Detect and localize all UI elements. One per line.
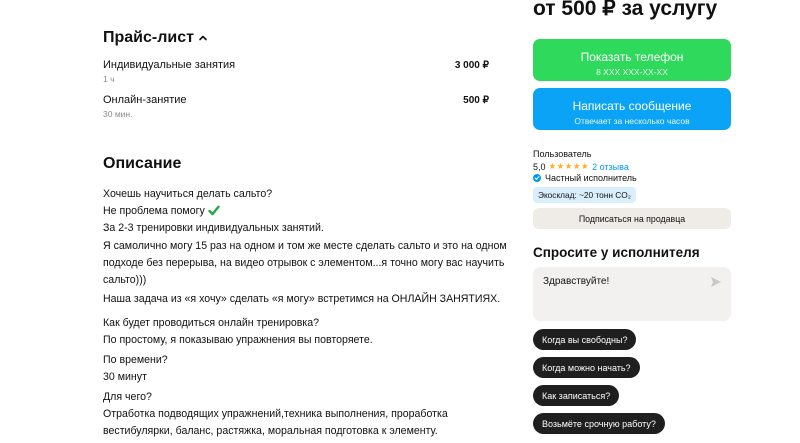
price-item-duration: 1 ч [103,74,115,84]
phone-number-masked: 8 XXX XXX-XX-XX [596,66,668,77]
description-line: подходе без перерыва, на видео отрывок с… [103,257,505,269]
description-line: Хочешь научиться делать сальто? [103,188,273,200]
chevron-up-icon[interactable] [198,33,208,43]
price-item-price: 500 ₽ [463,95,489,106]
quick-question-chip[interactable]: Когда вы свободны? [533,329,637,350]
description-line: 30 минут [103,371,147,383]
send-icon[interactable] [710,276,722,288]
description-line-text: Не проблема помогу [103,205,205,217]
price-item-price: 3 000 ₽ [454,60,489,71]
price-item: Индивидуальные занятия 1 ч 3 000 ₽ [103,59,489,84]
description-paragraph: Наша задача из «я хочу» сделать «я могу»… [103,291,503,308]
price-list-title[interactable]: Прайс-лист [103,29,208,47]
description-paragraph: Для чего? Отработка подводящих упражнени… [103,389,503,440]
quick-question-chip[interactable]: Возьмёте срочную работу? [533,413,665,434]
seller-rating: 5,0 ★★★★★ 2 отзыва [533,161,629,172]
eco-badge[interactable]: Экосклад: ~20 тонн CO₂ [533,187,636,203]
show-phone-button[interactable]: Показать телефон 8 XXX XXX-XX-XX [533,39,731,81]
price-item: Онлайн-занятие 30 мин. 500 ₽ [103,94,489,119]
message-input[interactable]: Здравствуйте! [533,267,731,321]
price-item-duration: 30 мин. [103,109,133,119]
reviews-link[interactable]: 2 отзыва [592,162,629,172]
price-item-name: Онлайн-занятие [103,94,187,106]
description-line: За 2-3 тренировки индивидуальных занятий… [103,222,324,234]
show-phone-label: Показать телефон [580,49,684,64]
subscribe-label: Подписаться на продавца [578,213,686,224]
description-line: Не проблема помогу [103,203,503,220]
message-input-value: Здравствуйте! [543,276,610,287]
write-message-button[interactable]: Написать сообщение Отвечает за несколько… [533,88,731,130]
write-message-label: Написать сообщение [572,98,692,113]
description-line: Отработка подводящих упражнений,техника … [103,408,448,420]
description-title: Описание [103,155,182,172]
description-paragraph: Я самолично могу 15 раз на одном и том ж… [103,238,507,289]
response-time: Отвечает за несколько часов [574,115,690,126]
ask-title: Спросите у исполнителя [533,245,700,260]
seller-type-label: Частный исполнитель [545,173,637,183]
description-line: По простому, я показываю упражнения вы п… [103,334,373,346]
quick-question-chip[interactable]: Как записаться? [533,385,620,406]
verified-badge-icon [533,174,541,182]
description-line: По времени? [103,354,168,366]
description-line: Я самолично могу 15 раз на одном и том ж… [103,240,507,252]
check-mark-icon [208,205,220,216]
description-line: Наша задача из «я хочу» сделать «я могу»… [103,293,501,305]
quick-question-chip[interactable]: Когда можно начать? [533,357,640,378]
subscribe-button[interactable]: Подписаться на продавца [533,208,731,229]
description-line: Для чего? [103,391,152,403]
rating-value: 5,0 [533,161,546,172]
description-paragraph: Хочешь научиться делать сальто? Не пробл… [103,186,503,237]
seller-type: Частный исполнитель [533,173,637,183]
description-paragraph: Как будет проводиться онлайн тренировка?… [103,315,503,349]
rating-stars-icon: ★★★★★ [548,161,590,171]
price-heading: от 500 ₽ за услугу [533,0,718,20]
description-paragraph: По времени? 30 минут [103,352,503,386]
description-line: сальто))) [103,274,147,286]
price-item-name: Индивидуальные занятия [103,59,236,71]
price-list-title-text: Прайс-лист [103,29,194,46]
description-line: вестибулярки, баланс, растяжка, моральна… [103,425,438,437]
description-line: Как будет проводиться онлайн тренировка? [103,317,320,329]
seller-name[interactable]: Пользователь [533,149,591,159]
